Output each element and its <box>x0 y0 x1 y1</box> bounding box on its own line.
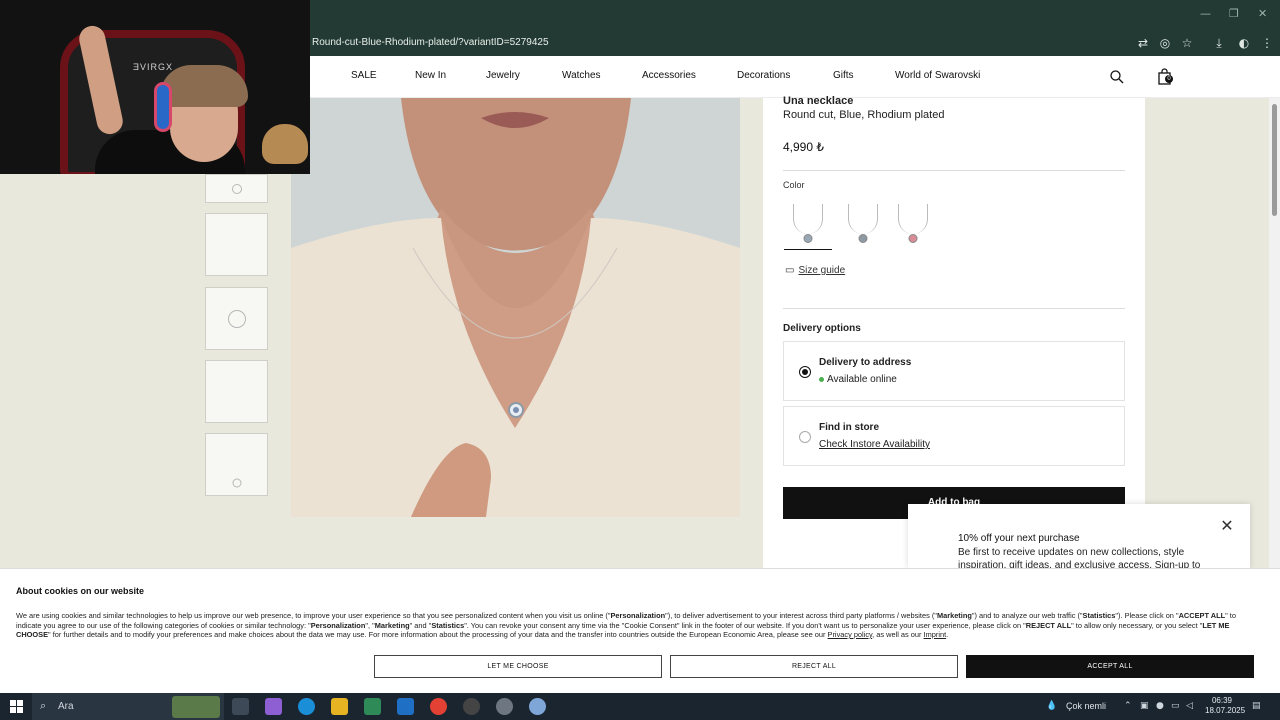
copilot-icon[interactable] <box>265 698 282 715</box>
search-icon: ⌕ <box>40 699 47 712</box>
nav-item-gifts[interactable]: Gifts <box>833 70 854 81</box>
check-instore-link[interactable]: Check Instore Availability <box>819 439 930 450</box>
gallery-thumbnail[interactable] <box>205 174 268 203</box>
chevron-up-icon[interactable]: ⌃ <box>1124 701 1132 711</box>
bag-count-badge: 0 <box>1165 75 1173 83</box>
headset-icon <box>154 82 172 132</box>
scrollbar-thumb[interactable] <box>1272 104 1277 216</box>
delivery-options-label: Delivery options <box>783 323 861 334</box>
delivery-radio[interactable] <box>799 431 811 443</box>
search-highlight-image <box>172 696 220 718</box>
eye-off-icon[interactable]: ◎ <box>1157 35 1173 51</box>
newsletter-popup: ✕ 10% off your next purchase Be first to… <box>908 504 1250 571</box>
chair-brand-logo: ƎVIRGX <box>133 62 174 72</box>
cookie-banner: About cookies on our website We are usin… <box>0 568 1280 693</box>
webcam-overlay: ƎVIRGX <box>0 0 310 174</box>
content-gap <box>740 98 763 568</box>
gallery-thumbnail[interactable] <box>205 287 268 350</box>
nav-item-new-in[interactable]: New In <box>415 70 446 81</box>
ruler-icon: ▭ <box>785 265 795 276</box>
clock[interactable]: 06:39 18.07.2025 <box>1205 696 1245 716</box>
nav-item-sale[interactable]: SALE <box>351 70 377 81</box>
size-guide[interactable]: ▭ Size guide <box>785 265 845 276</box>
newsletter-title: 10% off your next purchase <box>958 533 1080 544</box>
delivery-option-address[interactable]: Delivery to address Available online <box>783 341 1125 401</box>
delivery-option-title: Delivery to address <box>819 357 912 368</box>
product-price: 4,990 ₺ <box>783 140 824 154</box>
color-swatch-clear[interactable] <box>839 200 887 250</box>
cookie-description: We are using cookies and similar technol… <box>16 611 1236 639</box>
weather-text[interactable]: Çok nemli <box>1066 701 1106 711</box>
volume-icon[interactable]: ◁ <box>1186 701 1193 711</box>
reject-all-button[interactable]: REJECT ALL <box>670 655 958 678</box>
delivery-radio-selected[interactable] <box>799 366 811 378</box>
available-dot-icon <box>819 376 824 382</box>
divider <box>783 170 1125 171</box>
profile-icon[interactable]: ◐ <box>1236 35 1252 51</box>
microphone-icon[interactable]: ● <box>1156 701 1164 711</box>
privacy-policy-link[interactable]: Privacy policy <box>828 630 873 639</box>
chrome-icon[interactable] <box>430 698 447 715</box>
tray-app-icon[interactable]: ▣ <box>1140 701 1149 711</box>
outlook-icon[interactable] <box>397 698 414 715</box>
let-me-choose-button[interactable]: LET ME CHOOSE <box>374 655 662 678</box>
browser-menu-icon[interactable]: ⋮ <box>1259 35 1275 51</box>
bookmark-star-icon[interactable]: ☆ <box>1179 35 1195 51</box>
gallery-thumbnail[interactable] <box>205 213 268 276</box>
nav-item-jewelry[interactable]: Jewelry <box>486 70 520 81</box>
close-window-button[interactable]: ✕ <box>1258 7 1267 20</box>
taskbar-search-placeholder: Ara <box>58 701 74 712</box>
windows-taskbar: ⌕ Ara 💧 Çok nemli ⌃ ▣ ● ▭ ◁ 06:39 18.07.… <box>0 693 1280 720</box>
model-photo <box>291 98 740 517</box>
delivery-option-title: Find in store <box>819 422 879 433</box>
cookie-title: About cookies on our website <box>16 586 145 596</box>
nav-item-decorations[interactable]: Decorations <box>737 70 790 81</box>
translate-icon[interactable]: ⇄ <box>1135 35 1151 51</box>
close-icon[interactable]: ✕ <box>1219 518 1235 534</box>
edge-icon[interactable] <box>298 698 315 715</box>
product-main-image[interactable] <box>291 98 740 517</box>
nav-item-world-of-swarovski[interactable]: World of Swarovski <box>895 70 980 81</box>
network-icon[interactable]: ▭ <box>1171 701 1180 711</box>
page-margin <box>1145 98 1269 568</box>
gallery-thumbnail[interactable] <box>205 433 268 496</box>
notifications-icon[interactable]: ▤ <box>1252 701 1261 711</box>
settings-gear-icon[interactable] <box>496 698 513 715</box>
restore-button[interactable]: ❐ <box>1229 7 1239 20</box>
windows-start-icon[interactable] <box>8 698 25 715</box>
product-name: Una necklace <box>783 95 854 107</box>
app-icon[interactable] <box>463 698 480 715</box>
nav-item-watches[interactable]: Watches <box>562 70 601 81</box>
delivery-option-store[interactable]: Find in store Check Instore Availability <box>783 406 1125 466</box>
divider <box>783 308 1125 309</box>
accept-all-button[interactable]: ACCEPT ALL <box>966 655 1254 678</box>
plush-toy <box>262 124 308 164</box>
color-swatch-pink[interactable] <box>889 200 937 250</box>
app-icon[interactable] <box>529 698 546 715</box>
download-icon[interactable]: ⤓ <box>1211 35 1227 51</box>
url-text[interactable]: Round-cut-Blue-Rhodium-plated/?variantID… <box>312 37 549 48</box>
imprint-link[interactable]: Imprint <box>924 630 947 639</box>
minimize-button[interactable]: — <box>1200 7 1211 20</box>
taskbar-search-box[interactable]: ⌕ Ara <box>32 693 224 720</box>
store-icon[interactable] <box>364 698 381 715</box>
product-variant: Round cut, Blue, Rhodium plated <box>783 109 945 121</box>
size-guide-link[interactable]: Size guide <box>798 265 845 276</box>
search-icon[interactable] <box>1109 69 1125 85</box>
gallery-thumbnail[interactable] <box>205 360 268 423</box>
color-label: Color <box>783 180 805 190</box>
task-view-icon[interactable] <box>232 698 249 715</box>
availability-status: Available online <box>819 374 897 385</box>
file-explorer-icon[interactable] <box>331 698 348 715</box>
weather-droplet-icon: 💧 <box>1046 701 1058 711</box>
nav-item-accessories[interactable]: Accessories <box>642 70 696 81</box>
color-swatch-blue[interactable] <box>784 200 832 250</box>
